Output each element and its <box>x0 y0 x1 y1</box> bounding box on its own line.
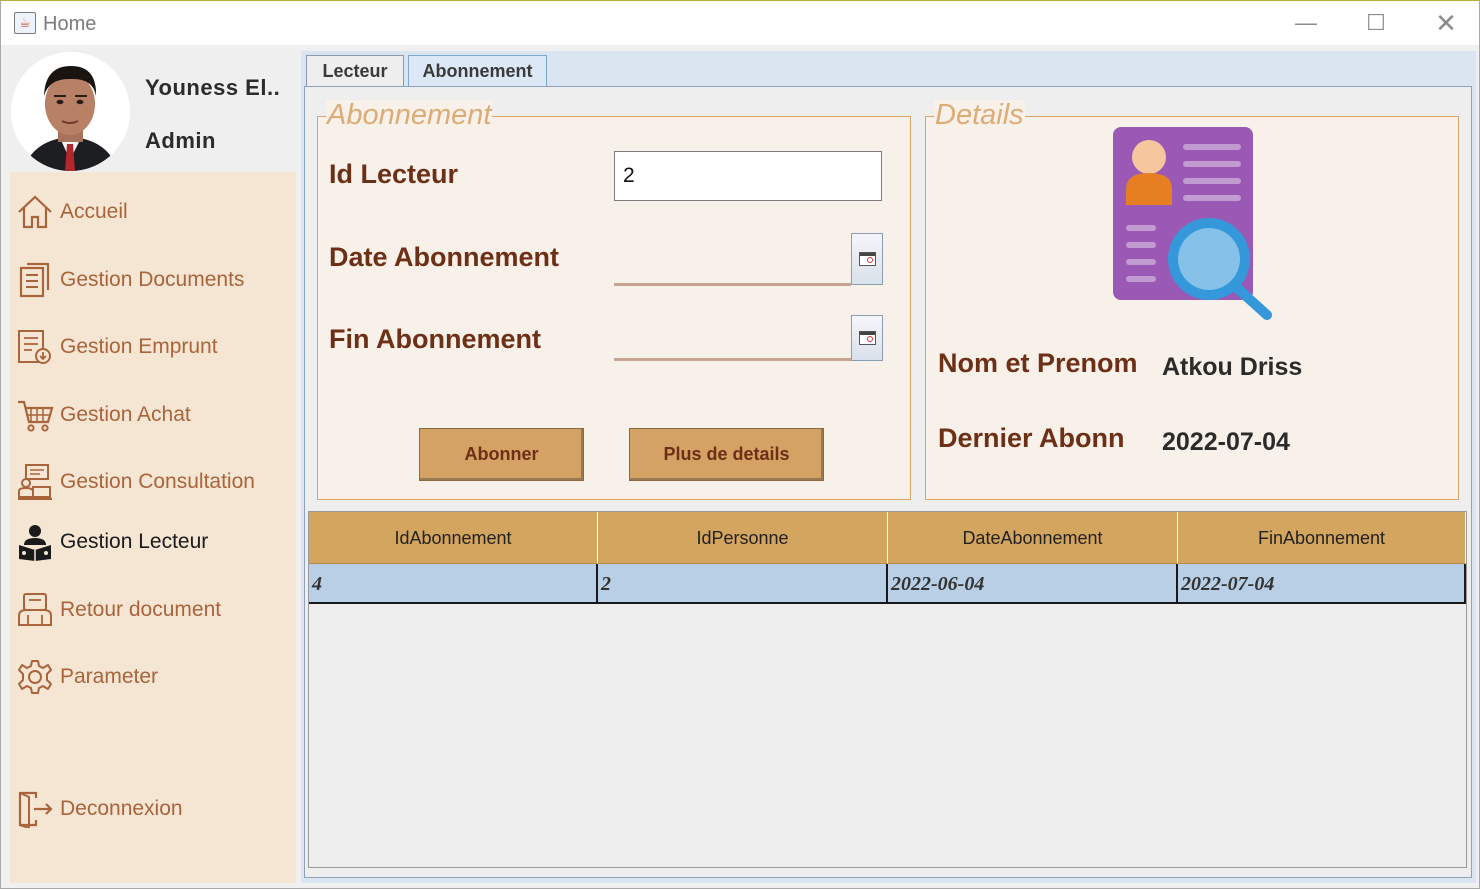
tab-abonnement[interactable]: Abonnement <box>408 55 547 87</box>
java-cup-icon: ☕ <box>14 12 36 34</box>
main-content: Lecteur Abonnement Abonnement Id Lecteur… <box>301 51 1476 883</box>
table-cell[interactable]: 2022-06-04 <box>888 564 1178 604</box>
nav-label-deconnexion: Deconnexion <box>60 797 183 820</box>
reader-icon <box>15 522 55 562</box>
app-window: ☕ Home — ☐ ✕ Youness El.. Admin Accueil … <box>0 0 1480 889</box>
dernier-abonnement-value: 2022-07-04 <box>1162 428 1290 456</box>
calendar-icon <box>858 252 876 266</box>
nav-label-parameter: Parameter <box>60 665 159 688</box>
tab-panel-abonnement: Abonnement Id Lecteur Date Abonnement Fi… <box>304 86 1472 878</box>
abonner-button[interactable]: Abonner <box>419 428 584 481</box>
tab-lecteur[interactable]: Lecteur <box>306 55 404 87</box>
table-cell[interactable]: 4 <box>309 564 598 604</box>
title-bar[interactable]: ☕ Home — ☐ ✕ <box>1 1 1479 45</box>
date-abonnement-field[interactable] <box>614 283 851 286</box>
nav-label-gestion-documents: Gestion Documents <box>60 268 245 291</box>
table-cell[interactable]: 2 <box>598 564 888 604</box>
column-header-idabonnement[interactable]: IdAbonnement <box>309 512 598 564</box>
fin-abonnement-field[interactable] <box>614 358 851 361</box>
logout-icon <box>15 789 55 829</box>
nav-label-gestion-consultation: Gestion Consultation <box>60 470 255 493</box>
column-header-finabonnement[interactable]: FinAbonnement <box>1178 512 1466 564</box>
nom-prenom-value: Atkou Driss <box>1162 353 1303 381</box>
id-lecteur-label: Id Lecteur <box>329 159 459 189</box>
fin-abonnement-label: Fin Abonnement <box>329 324 541 354</box>
gear-icon <box>15 657 55 697</box>
minimize-button[interactable]: — <box>1271 1 1341 45</box>
nav-item-deconnexion[interactable]: Deconnexion <box>15 787 295 831</box>
dernier-abonnement-label: Dernier Abonn <box>938 423 1125 453</box>
user-role: Admin <box>145 128 216 153</box>
nav-item-gestion-documents[interactable]: Gestion Documents <box>15 258 295 302</box>
nav-item-gestion-achat[interactable]: Gestion Achat <box>15 393 295 437</box>
consultation-icon <box>15 462 55 502</box>
details-group: Details Nom et Prenom Atkou Driss Dernie… <box>925 100 1459 500</box>
column-header-dateabonnement[interactable]: DateAbonnement <box>888 512 1178 564</box>
cart-icon <box>15 395 55 435</box>
nom-prenom-label: Nom et Prenom <box>938 348 1138 378</box>
table-cell[interactable]: 2022-07-04 <box>1178 564 1466 604</box>
home-icon <box>15 192 55 232</box>
nav-label-gestion-lecteur: Gestion Lecteur <box>60 530 209 553</box>
abonnement-group: Abonnement Id Lecteur Date Abonnement Fi… <box>317 100 911 500</box>
abonnement-group-title: Abonnement <box>326 99 493 131</box>
close-button[interactable]: ✕ <box>1411 1 1480 45</box>
abonnement-table[interactable]: IdAbonnement IdPersonne DateAbonnement F… <box>308 511 1467 868</box>
date-abonnement-picker-button[interactable] <box>851 233 883 285</box>
return-icon <box>15 590 55 630</box>
nav-item-parameter[interactable]: Parameter <box>15 655 295 699</box>
profile-search-icon <box>1111 127 1281 322</box>
nav-item-gestion-consultation[interactable]: Gestion Consultation <box>15 460 295 504</box>
nav-label-retour-document: Retour document <box>60 598 222 621</box>
nav-item-retour-document[interactable]: Retour document <box>15 588 295 632</box>
nav-label-gestion-emprunt: Gestion Emprunt <box>60 335 218 358</box>
avatar <box>11 52 130 171</box>
nav-label-gestion-achat: Gestion Achat <box>60 403 191 426</box>
nav-item-gestion-lecteur[interactable]: Gestion Lecteur <box>15 520 295 564</box>
nav-label-accueil: Accueil <box>60 200 128 223</box>
user-name: Youness El.. <box>145 75 281 100</box>
nav-item-accueil[interactable]: Accueil <box>15 190 295 234</box>
documents-icon <box>15 260 55 300</box>
column-header-idpersonne[interactable]: IdPersonne <box>598 512 888 564</box>
date-abonnement-label: Date Abonnement <box>329 242 560 272</box>
maximize-button[interactable]: ☐ <box>1341 1 1411 45</box>
nav-item-gestion-emprunt[interactable]: Gestion Emprunt <box>15 325 295 369</box>
loan-icon <box>15 327 55 367</box>
user-profile: Youness El.. Admin <box>10 51 296 172</box>
window-title: Home <box>43 13 97 35</box>
sidebar: Youness El.. Admin Accueil Gestion Docum… <box>10 51 296 883</box>
fin-abonnement-picker-button[interactable] <box>851 315 883 361</box>
calendar-icon <box>858 331 876 345</box>
details-group-title: Details <box>934 99 1025 131</box>
plus-de-details-button[interactable]: Plus de details <box>629 428 824 481</box>
id-lecteur-input[interactable] <box>614 151 882 201</box>
